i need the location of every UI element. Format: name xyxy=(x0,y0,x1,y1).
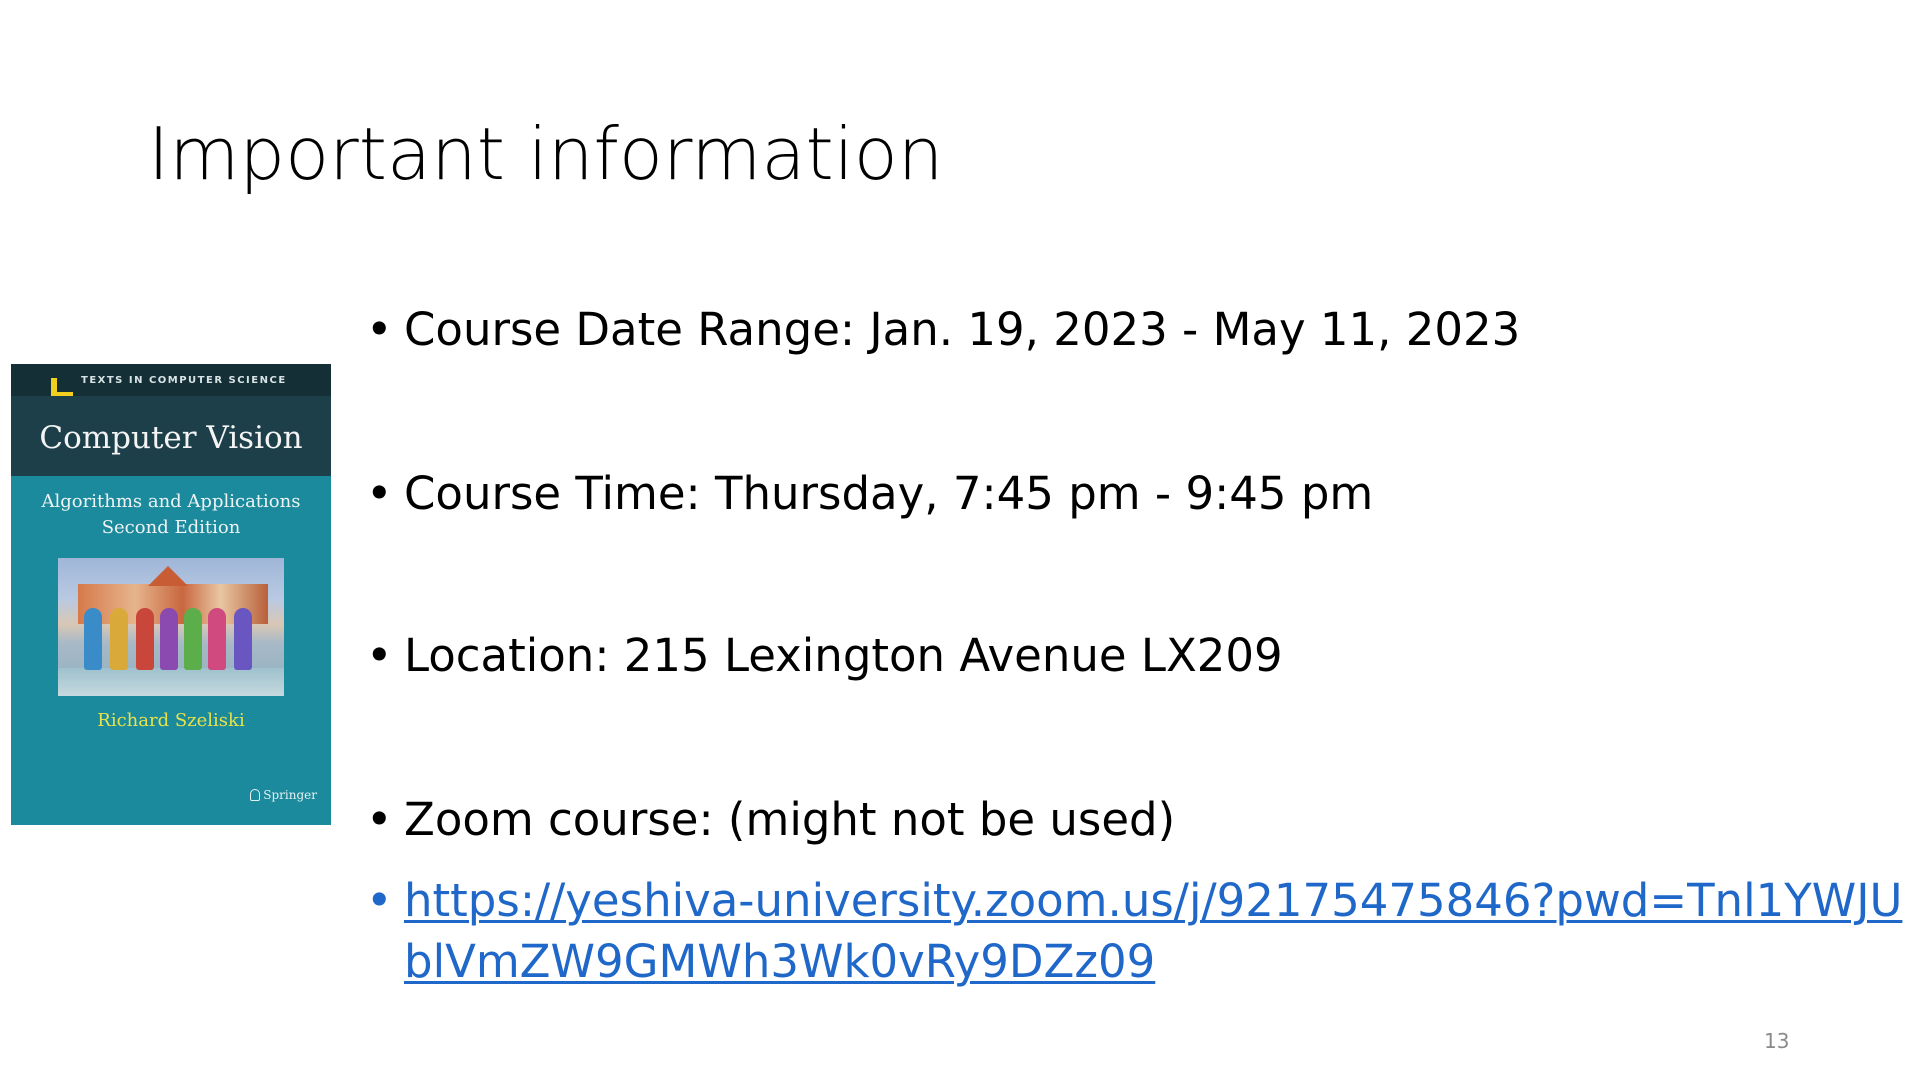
cover-subtitle-line2: Second Edition xyxy=(101,517,241,538)
cover-series-bar: TEXTS IN COMPUTER SCIENCE xyxy=(11,364,331,396)
book-cover: TEXTS IN COMPUTER SCIENCE Computer Visio… xyxy=(11,364,331,825)
bullet-location-text: Location: 215 Lexington Avenue LX209 xyxy=(404,629,1283,682)
cover-photo-surfer xyxy=(160,608,178,670)
bullet-course-time-text: Course Time: Thursday, 7:45 pm - 9:45 pm xyxy=(404,467,1374,520)
cover-title: Computer Vision xyxy=(39,420,303,456)
cover-photo-surfer xyxy=(110,608,128,670)
cover-publisher: Springer xyxy=(250,788,317,802)
slide-title: Important information xyxy=(148,112,944,196)
bullet-dot-icon: • xyxy=(366,303,393,356)
bullet-dot-icon: • xyxy=(366,467,393,520)
cover-photo xyxy=(58,558,284,696)
cover-photo-surfer xyxy=(234,608,252,670)
bullet-dot-icon: • xyxy=(366,629,393,682)
bullet-dot-icon: • xyxy=(366,874,393,927)
bullet-zoom-text: Zoom course: (might not be used) xyxy=(404,793,1176,846)
cover-series-label: TEXTS IN COMPUTER SCIENCE xyxy=(81,375,287,386)
series-logo-icon xyxy=(51,378,73,396)
bullet-location: • Location: 215 Lexington Avenue LX209 xyxy=(366,626,1283,686)
cover-subtitle-line1: Algorithms and Applications xyxy=(41,491,301,512)
page-number: 13 xyxy=(1764,1029,1790,1053)
bullet-dot-icon: • xyxy=(366,793,393,846)
slide: Important information TEXTS IN COMPUTER … xyxy=(0,0,1920,1080)
cover-photo-surfer xyxy=(208,608,226,670)
springer-horse-icon xyxy=(250,789,261,801)
cover-author: Richard Szeliski xyxy=(97,710,245,731)
bullet-date-range: • Course Date Range: Jan. 19, 2023 - May… xyxy=(366,300,1520,360)
cover-photo-surfer xyxy=(84,608,102,670)
cover-subtitle: Algorithms and Applications Second Editi… xyxy=(11,489,331,541)
bullet-zoom-link: • https://yeshiva-university.zoom.us/j/9… xyxy=(366,870,1904,992)
cover-photo-water xyxy=(58,668,284,696)
bullet-zoom: • Zoom course: (might not be used) xyxy=(366,790,1175,850)
bullet-date-range-text: Course Date Range: Jan. 19, 2023 - May 1… xyxy=(404,303,1521,356)
cover-photo-surfer xyxy=(136,608,154,670)
bullet-course-time: • Course Time: Thursday, 7:45 pm - 9:45 … xyxy=(366,464,1373,524)
cover-publisher-label: Springer xyxy=(263,788,317,802)
zoom-link[interactable]: https://yeshiva-university.zoom.us/j/921… xyxy=(404,874,1902,988)
cover-photo-surfer xyxy=(184,608,202,670)
